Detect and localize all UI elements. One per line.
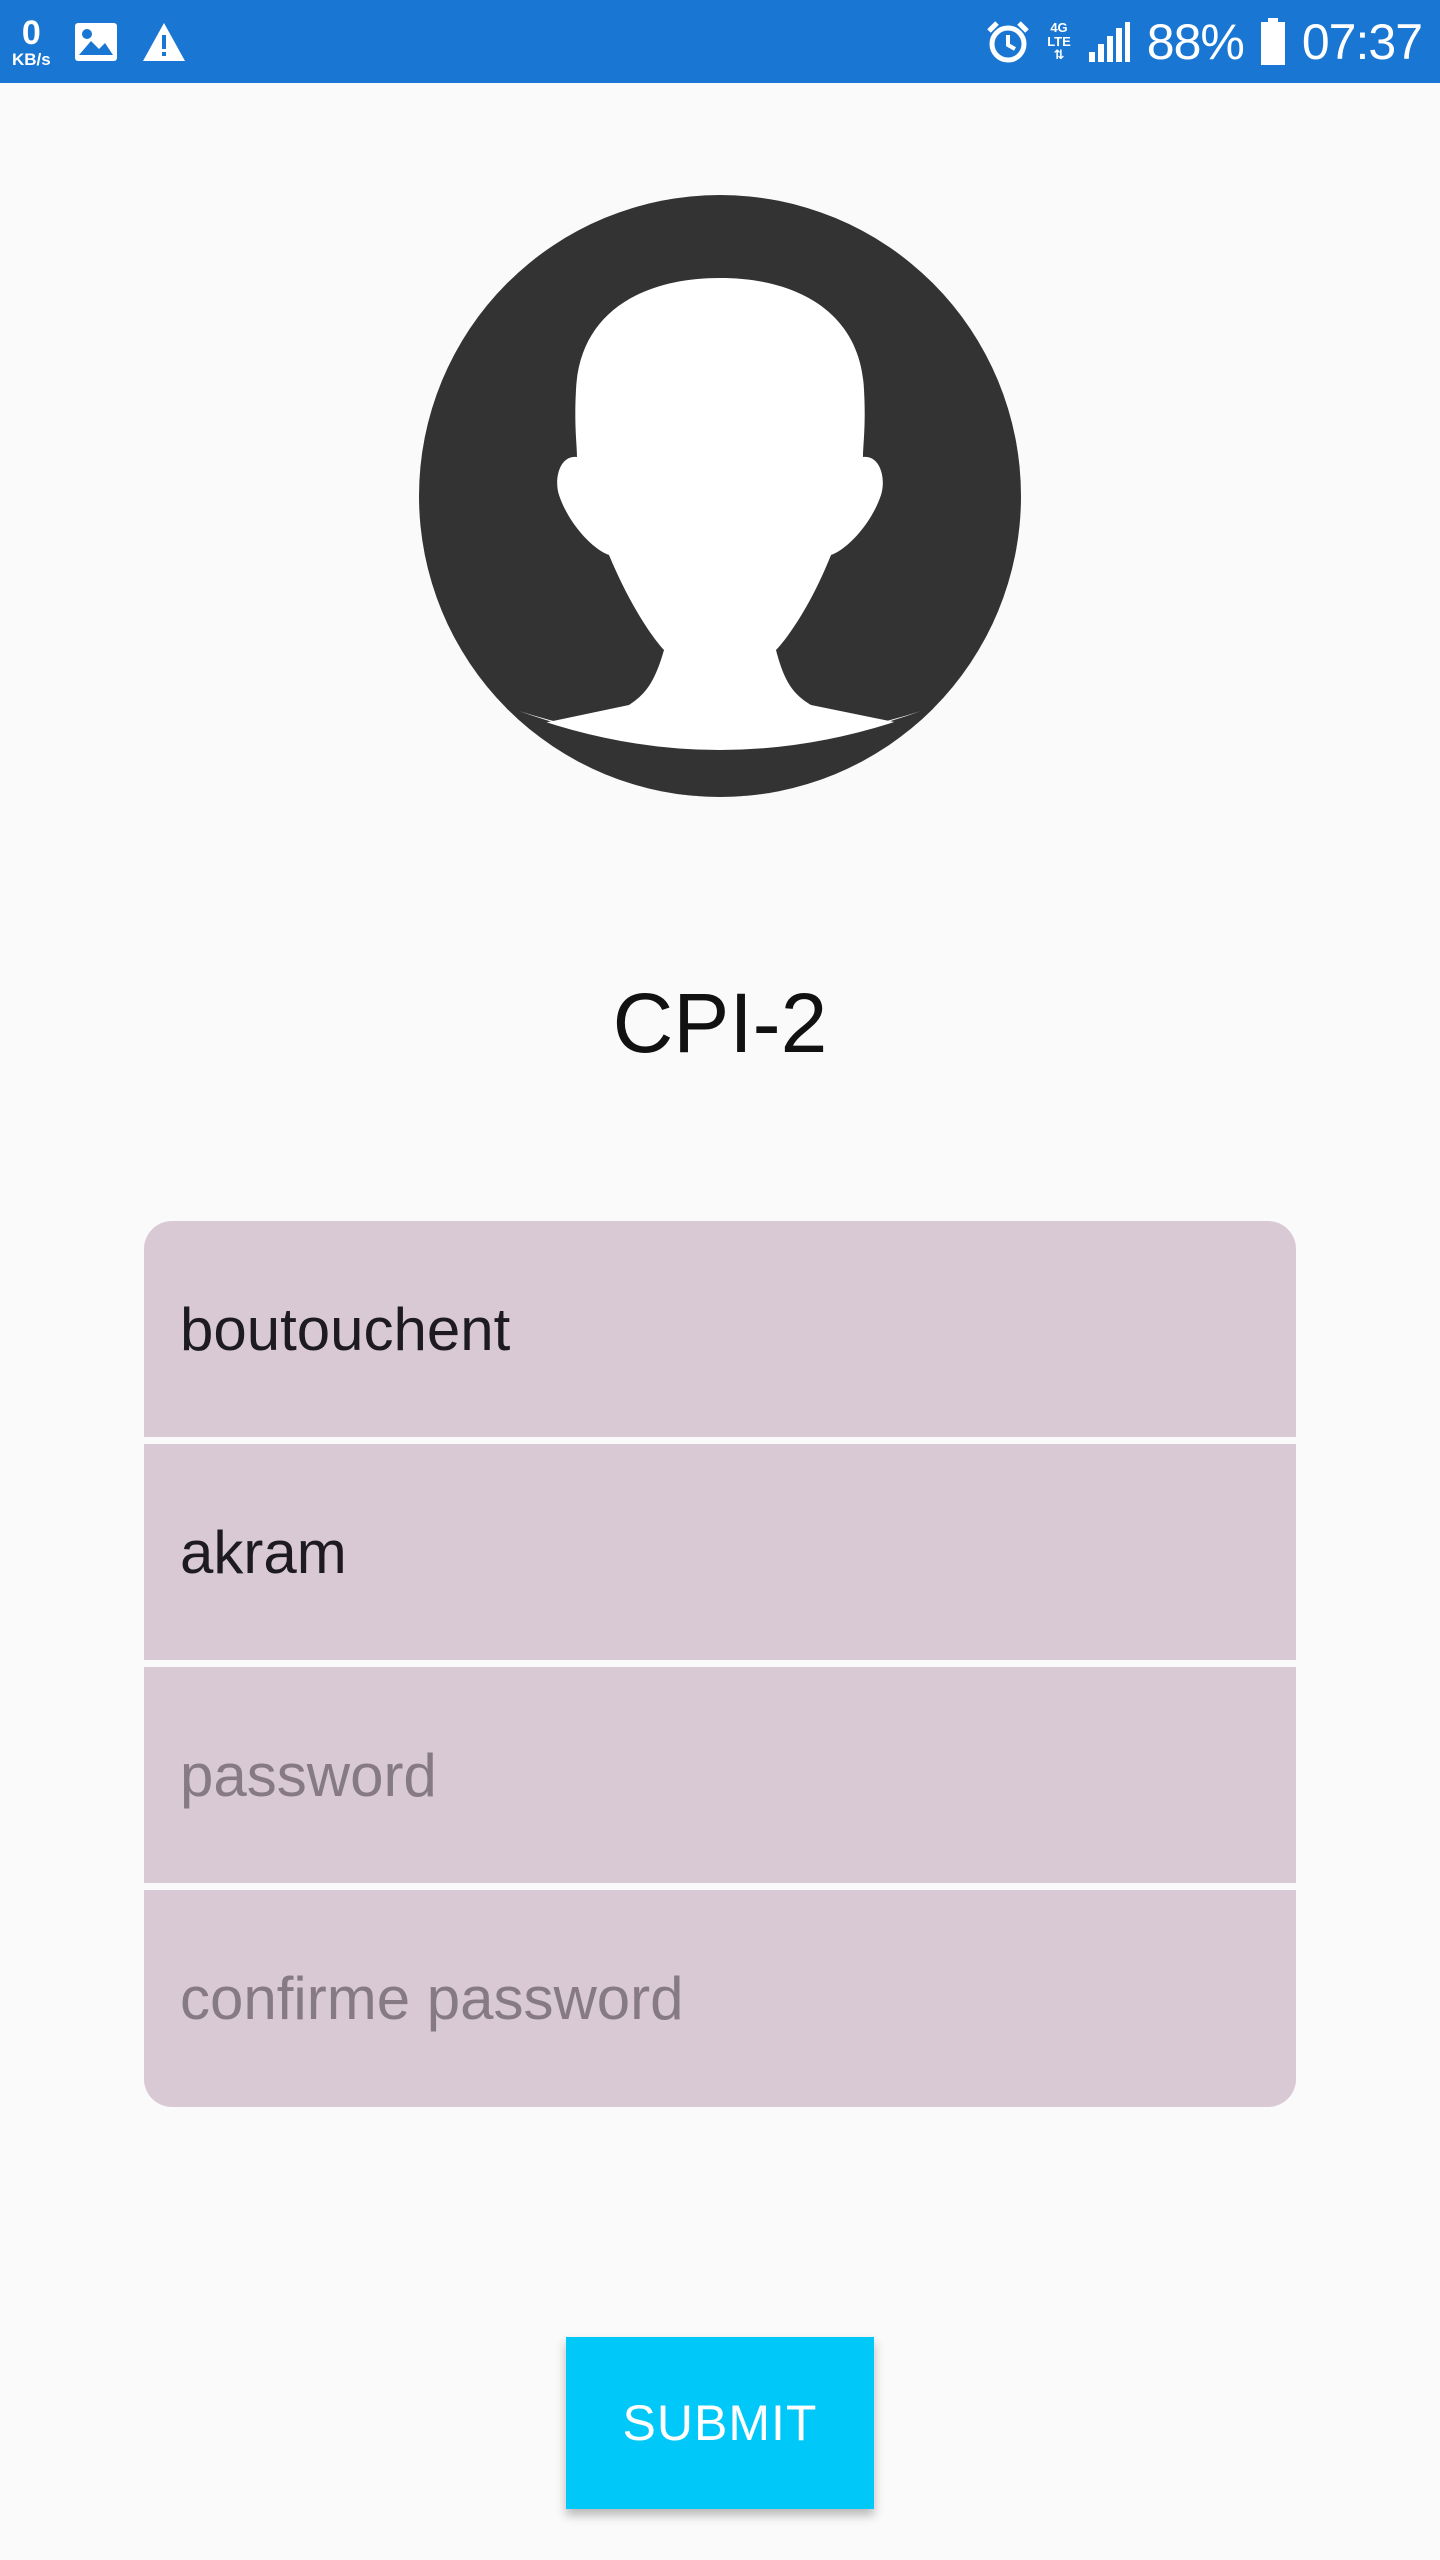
default-user-avatar-icon	[419, 195, 1021, 797]
clock: 07:37	[1301, 13, 1423, 70]
network-type: 4G	[1050, 20, 1068, 36]
confirm-password-placeholder: confirme password	[180, 1965, 684, 2032]
warning-icon	[142, 22, 185, 61]
data-arrows-icon: ⇅	[1053, 47, 1065, 63]
registration-form: boutouchent akram password confirme pass…	[144, 1221, 1296, 2107]
network-speed-value: 0	[21, 13, 41, 52]
lte-icon: 4G LTE ⇅	[1047, 21, 1071, 62]
signal-icon	[1088, 21, 1130, 62]
submit-button[interactable]: SUBMIT	[566, 2337, 874, 2509]
network-sub: LTE	[1047, 33, 1071, 49]
password-placeholder: password	[180, 1741, 437, 1809]
battery-percent: 88%	[1146, 13, 1245, 70]
last-name-field[interactable]: boutouchent	[144, 1221, 1296, 1437]
last-name-value: boutouchent	[180, 1295, 511, 1363]
page-title: CPI-2	[612, 976, 828, 1070]
network-speed-unit: KB/s	[12, 49, 51, 69]
first-name-value: akram	[180, 1518, 347, 1586]
status-bar-right: 4G LTE ⇅ 88% 07:37	[985, 0, 1423, 83]
confirm-password-field[interactable]: confirme password	[144, 1890, 1296, 2107]
battery-icon	[1260, 17, 1285, 65]
image-icon	[74, 22, 117, 61]
screen: 0 KB/s 4G LTE ⇅ 88% 07:37 CPI-2 boutouch…	[0, 0, 1440, 2560]
first-name-field[interactable]: akram	[144, 1444, 1296, 1660]
password-field[interactable]: password	[144, 1667, 1296, 1883]
alarm-icon	[987, 20, 1029, 62]
network-speed: 0 KB/s	[12, 16, 51, 68]
status-bar: 0 KB/s 4G LTE ⇅ 88% 07:37	[0, 0, 1440, 83]
status-bar-left: 0 KB/s	[12, 0, 187, 83]
